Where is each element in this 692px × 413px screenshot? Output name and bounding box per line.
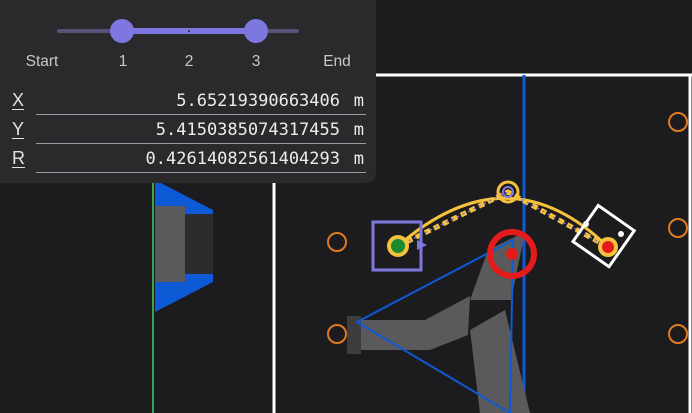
y-unit: m	[353, 120, 364, 140]
control-panel: Start 1 2 3 End X 5.65219390663406 m Y 5…	[0, 0, 376, 183]
slider-thumb-start[interactable]	[110, 19, 134, 43]
slider-tick	[188, 30, 190, 32]
slider-mark-2: 2	[184, 53, 194, 70]
slider-thumb-end[interactable]	[244, 19, 268, 43]
y-coordinate-row: Y 5.4150385074317455 m	[12, 116, 366, 144]
r-value: 0.42614082561404293	[145, 149, 340, 169]
slider-mark-start: Start	[25, 53, 59, 70]
x-label: X	[12, 90, 25, 110]
x-coordinate-row: X 5.65219390663406 m	[12, 87, 366, 115]
slider-mark-1: 1	[118, 53, 128, 70]
x-input[interactable]: 5.65219390663406 m	[36, 87, 366, 115]
y-value: 5.4150385074317455	[155, 120, 340, 140]
x-value: 5.65219390663406	[176, 91, 340, 111]
slider-mark-end: End	[323, 53, 351, 70]
y-label: Y	[12, 119, 25, 139]
y-input[interactable]: 5.4150385074317455 m	[36, 116, 366, 144]
x-unit: m	[353, 91, 364, 111]
r-unit: m	[353, 149, 364, 169]
r-label: R	[12, 148, 25, 168]
timeline-range-slider[interactable]	[57, 19, 299, 44]
r-input[interactable]: 0.42614082561404293 m	[36, 145, 366, 173]
slider-mark-3: 3	[251, 53, 261, 70]
slider-marks: Start 1 2 3 End	[0, 53, 376, 73]
r-coordinate-row: R 0.42614082561404293 m	[12, 145, 366, 173]
